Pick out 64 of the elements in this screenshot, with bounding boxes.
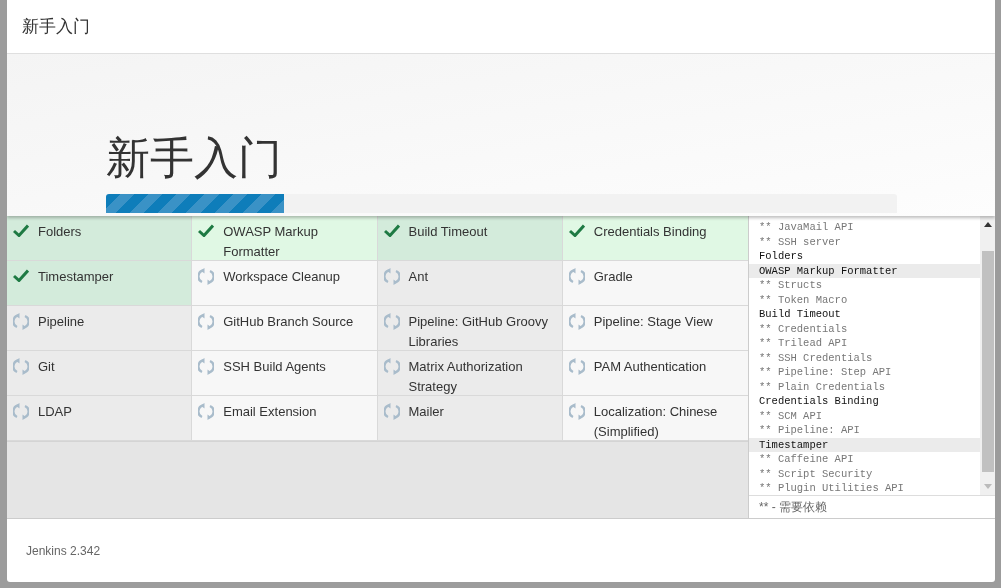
log-line: ** Caffeine API [758, 452, 855, 467]
refresh-icon [568, 268, 585, 285]
log-line: ** SSH server [758, 234, 842, 249]
log-line: ** Structs [758, 278, 823, 293]
log-line: ** Pipeline: API [758, 423, 861, 438]
check-icon [568, 224, 585, 237]
plugin-cell: Gradle [562, 261, 748, 306]
plugin-cell: LDAP [7, 396, 193, 441]
refresh-icon [13, 358, 29, 375]
plugin-cell: Credentials Binding [562, 216, 748, 261]
refresh-icon [568, 403, 585, 420]
plugin-cell: Pipeline: Stage View [562, 306, 748, 351]
refresh-icon [383, 358, 400, 375]
log-line: ** JavaMail API [758, 220, 855, 235]
log-line: ** SCM API [758, 408, 823, 423]
log-line: ** Plugin Utilities API [758, 481, 905, 495]
refresh-icon [383, 268, 400, 285]
plugin-cell: GitHub Branch Source [192, 306, 378, 351]
plugin-cell: SSH Build Agents [192, 351, 378, 396]
page-heading: 新手入门 [106, 132, 283, 184]
refresh-icon [568, 313, 585, 330]
plugin-cell: Build Timeout [377, 216, 563, 261]
plugin-cell: Pipeline: GitHub Groovy Libraries [377, 306, 563, 351]
refresh-icon [198, 403, 215, 420]
log-line: Credentials Binding [758, 394, 880, 409]
plugin-cell: Localization: Chinese (Simplified) [562, 396, 748, 441]
plugin-cell: Mailer [377, 396, 563, 441]
log-line: Folders [758, 249, 805, 264]
refresh-icon [568, 358, 585, 375]
refresh-icon [198, 358, 215, 375]
plugin-cell: Pipeline [7, 306, 193, 351]
check-icon [13, 269, 29, 282]
scroll-down-icon[interactable] [983, 484, 992, 489]
plugin-cell: Workspace Cleanup [192, 261, 378, 306]
check-icon [198, 224, 215, 237]
refresh-icon [383, 313, 400, 330]
scrollbar[interactable] [980, 216, 995, 495]
log-line: ** Token Macro [758, 292, 849, 307]
refresh-icon [13, 313, 29, 330]
check-icon [13, 224, 29, 237]
plugin-cell: Email Extension [192, 396, 378, 441]
log-line: ** Plain Credentials [758, 379, 887, 394]
plugin-cell: Matrix Authorization Strategy [377, 351, 563, 396]
log-line: ** Script Security [758, 466, 874, 481]
plugin-cell: Git [7, 351, 193, 396]
version-text: Jenkins 2.342 [26, 543, 101, 558]
plugin-cell: PAM Authentication [562, 351, 748, 396]
scroll-up-icon[interactable] [983, 222, 992, 227]
log-line: ** Credentials [758, 321, 849, 336]
plugin-cell: OWASP Markup Formatter [192, 216, 378, 261]
refresh-icon [383, 403, 400, 420]
legend-text: ** - 需要依赖 [749, 495, 995, 518]
refresh-icon [198, 268, 215, 285]
log-line: Build Timeout [758, 307, 842, 322]
refresh-icon [198, 313, 215, 330]
log-line: ** SSH Credentials [758, 350, 874, 365]
plugin-cell: Ant [377, 261, 563, 306]
log-line: ** Trilead API [758, 336, 849, 351]
check-icon [383, 224, 400, 237]
log-line: ** Pipeline: Step API [758, 365, 893, 380]
window-title: 新手入门 [22, 16, 90, 38]
refresh-icon [13, 403, 29, 420]
plugin-cell: Timestamper [7, 261, 193, 306]
plugin-cell: Folders [7, 216, 193, 261]
